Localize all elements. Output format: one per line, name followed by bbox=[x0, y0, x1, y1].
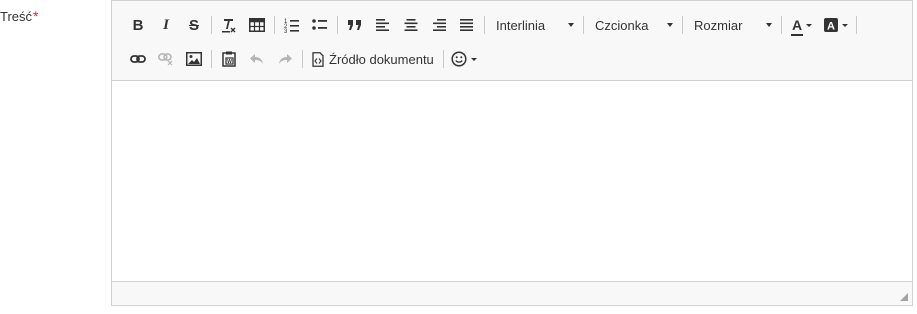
italic-button[interactable]: I bbox=[152, 11, 180, 39]
numbered-list-icon: 123 bbox=[284, 19, 299, 33]
quote-icon bbox=[348, 20, 361, 30]
text-color-button[interactable]: A bbox=[785, 11, 819, 39]
chevron-down-icon bbox=[568, 23, 574, 27]
align-right-icon bbox=[433, 19, 446, 31]
align-center-button[interactable] bbox=[397, 11, 425, 39]
toolbar-row-2: W Źródło dokumentu bbox=[124, 45, 481, 73]
unlink-icon bbox=[158, 53, 173, 66]
source-button[interactable]: Źródło dokumentu bbox=[306, 45, 440, 73]
justify-button[interactable] bbox=[453, 11, 481, 39]
text-color-icon: A bbox=[790, 18, 804, 36]
paste-word-icon: W bbox=[222, 51, 236, 67]
strikethrough-icon: S bbox=[188, 16, 199, 34]
chevron-down-icon bbox=[806, 23, 813, 27]
undo-icon bbox=[250, 54, 263, 64]
chevron-down-icon bbox=[667, 23, 673, 27]
background-color-icon: A bbox=[824, 18, 838, 32]
insert-image-button[interactable] bbox=[180, 45, 208, 73]
paste-from-word-button[interactable]: W bbox=[215, 45, 243, 73]
rich-text-editor: B I S 123 Interlinia Czcionka Rozmiar A … bbox=[111, 0, 913, 306]
table-icon bbox=[249, 18, 265, 32]
resize-handle-icon[interactable] bbox=[900, 293, 908, 301]
toolbar-separator bbox=[442, 50, 444, 68]
strikethrough-button[interactable]: S bbox=[180, 11, 208, 39]
align-left-icon bbox=[376, 19, 389, 31]
clear-formatting-button[interactable] bbox=[215, 11, 243, 39]
required-mark: * bbox=[33, 8, 39, 24]
unlink-button[interactable] bbox=[152, 45, 180, 73]
editor-statusbar bbox=[112, 281, 912, 305]
chevron-down-icon bbox=[470, 57, 477, 61]
bold-icon: B bbox=[132, 16, 144, 34]
source-button-label: Źródło dokumentu bbox=[329, 51, 434, 67]
link-icon bbox=[130, 55, 146, 63]
toolbar-separator bbox=[337, 16, 338, 34]
bullet-list-icon bbox=[312, 19, 327, 30]
font-family-dropdown[interactable]: Czcionka bbox=[587, 11, 679, 39]
field-label-text: Treść bbox=[0, 9, 33, 24]
bullet-list-button[interactable] bbox=[306, 11, 334, 39]
italic-icon: I bbox=[163, 16, 169, 33]
svg-text:3: 3 bbox=[284, 29, 288, 33]
toolbar-separator bbox=[211, 50, 212, 68]
redo-button[interactable] bbox=[271, 45, 299, 73]
table-button[interactable] bbox=[243, 11, 271, 39]
toolbar-separator bbox=[484, 16, 485, 34]
chevron-down-icon bbox=[766, 23, 772, 27]
insert-link-button[interactable] bbox=[124, 45, 152, 73]
toolbar-row-1: B I S 123 Interlinia Czcionka Rozmiar A … bbox=[124, 11, 860, 39]
background-color-button[interactable]: A bbox=[819, 11, 853, 39]
blockquote-button[interactable] bbox=[341, 11, 369, 39]
toolbar-separator bbox=[302, 50, 303, 68]
editor-content-area[interactable] bbox=[112, 81, 912, 281]
line-height-dropdown[interactable]: Interlinia bbox=[488, 11, 580, 39]
clear-formatting-icon bbox=[222, 19, 236, 33]
editor-toolbar: B I S 123 Interlinia Czcionka Rozmiar A … bbox=[112, 1, 912, 81]
source-code-icon bbox=[312, 51, 324, 67]
toolbar-separator bbox=[682, 16, 683, 34]
align-left-button[interactable] bbox=[369, 11, 397, 39]
align-center-icon bbox=[404, 19, 418, 31]
toolbar-separator bbox=[583, 16, 584, 34]
font-size-dropdown[interactable]: Rozmiar bbox=[686, 11, 778, 39]
svg-text:W: W bbox=[227, 59, 232, 65]
field-label: Treść* bbox=[0, 8, 38, 24]
smiley-icon bbox=[451, 51, 467, 67]
emoticons-button[interactable] bbox=[447, 45, 481, 73]
align-right-button[interactable] bbox=[425, 11, 453, 39]
numbered-list-button[interactable]: 123 bbox=[278, 11, 306, 39]
toolbar-separator bbox=[856, 16, 857, 34]
toolbar-separator bbox=[211, 16, 212, 34]
toolbar-separator bbox=[781, 16, 782, 34]
font-family-label: Czcionka bbox=[595, 17, 649, 33]
redo-icon bbox=[279, 54, 292, 64]
undo-button[interactable] bbox=[243, 45, 271, 73]
svg-text:A: A bbox=[827, 21, 835, 33]
align-justify-icon bbox=[460, 19, 473, 31]
line-height-label: Interlinia bbox=[496, 17, 546, 33]
chevron-down-icon bbox=[842, 23, 848, 27]
toolbar-separator bbox=[274, 16, 275, 34]
font-size-label: Rozmiar bbox=[694, 17, 743, 33]
bold-button[interactable]: B bbox=[124, 11, 152, 39]
image-icon bbox=[186, 52, 202, 66]
